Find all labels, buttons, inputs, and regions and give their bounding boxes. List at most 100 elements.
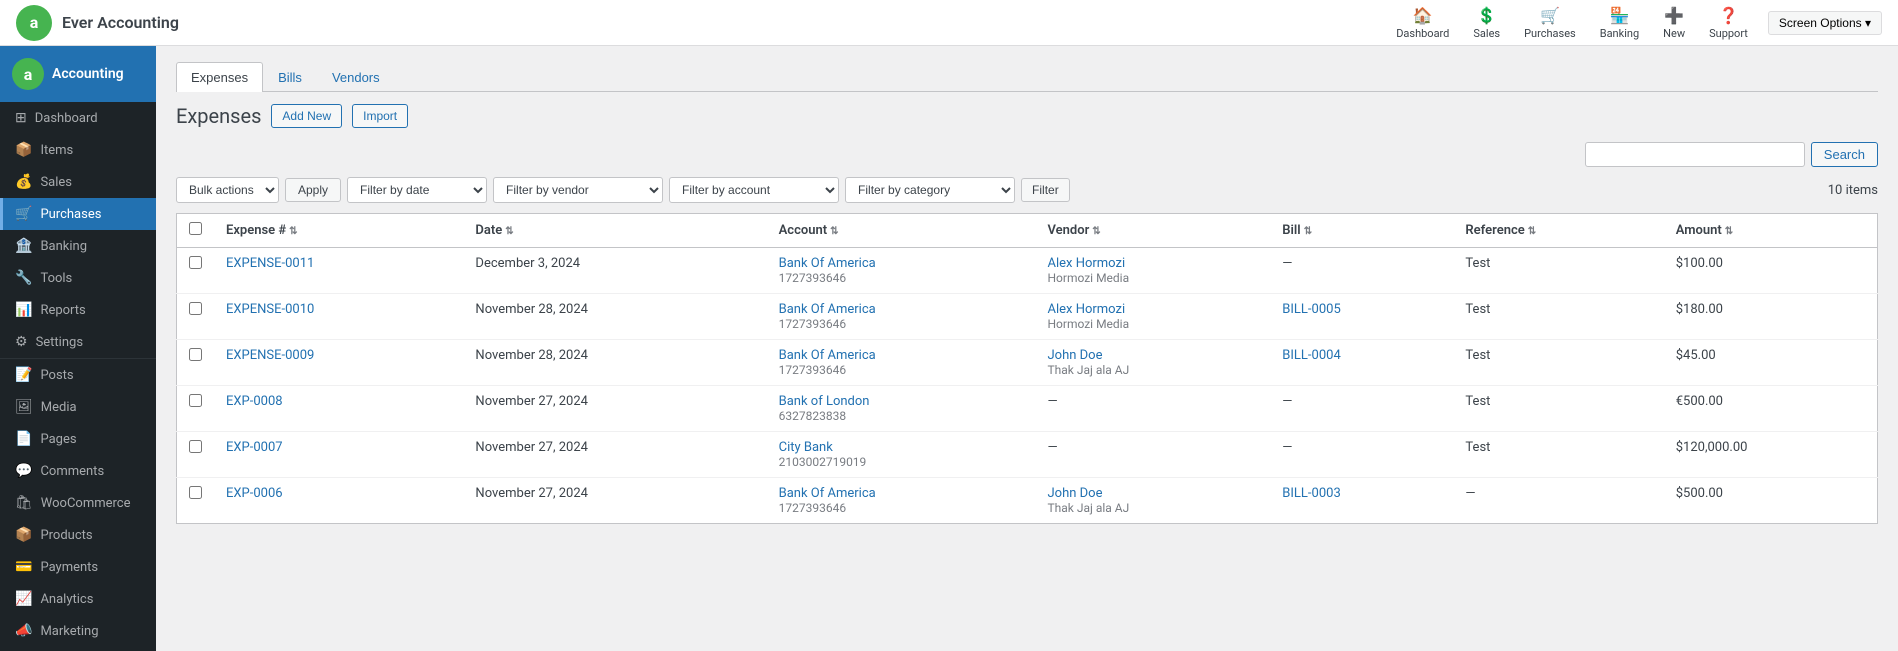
row-checkbox-cell[interactable] [177,432,215,478]
search-input[interactable] [1585,142,1805,167]
expense-num-link[interactable]: EXP-0008 [226,394,283,409]
wp-sidebar-section: 📝 Posts 🖼 Media 📄 Pages 💬 Comments 🛍 Woo… [0,358,156,647]
row-checkbox[interactable] [189,256,202,269]
apply-button[interactable]: Apply [285,178,341,202]
tab-bills[interactable]: Bills [263,62,317,92]
svg-text:a: a [30,13,39,32]
sidebar-item-posts[interactable]: 📝 Posts [0,359,156,391]
vendor-link[interactable]: John Doe [1047,348,1102,363]
top-nav-dashboard[interactable]: 🏠 Dashboard [1396,6,1449,40]
import-button[interactable]: Import [352,104,408,128]
row-checkbox-cell[interactable] [177,386,215,432]
select-all-checkbox[interactable] [189,222,202,235]
row-checkbox[interactable] [189,486,202,499]
sidebar-item-woocommerce[interactable]: 🛍 WooCommerce [0,487,156,519]
row-vendor: Alex Hormozi Hormozi Media [1035,248,1270,294]
search-button[interactable]: Search [1811,142,1878,167]
row-bill: BILL-0004 [1270,340,1453,386]
account-link[interactable]: Bank Of America [779,302,876,317]
top-nav-new[interactable]: ➕ New [1663,6,1685,40]
expense-num-link[interactable]: EXPENSE-0011 [226,256,314,271]
vendor-link[interactable]: Alex Hormozi [1047,302,1125,317]
screen-options-button[interactable]: Screen Options [1768,11,1882,35]
row-checkbox[interactable] [189,348,202,361]
bill-dash: — [1282,394,1292,409]
col-bill[interactable]: Bill⇅ [1270,214,1453,248]
select-all-header[interactable] [177,214,215,248]
top-nav-sales[interactable]: 💲 Sales [1473,6,1500,40]
add-new-button[interactable]: Add New [271,104,342,128]
account-link[interactable]: Bank of London [779,394,870,409]
top-nav-support[interactable]: ❓ Support [1709,6,1748,40]
sidebar-item-banking[interactable]: 🏦 Banking [0,230,156,262]
sidebar-item-items[interactable]: 📦 Items [0,134,156,166]
row-bill: BILL-0005 [1270,294,1453,340]
filter-by-date-select[interactable]: Filter by date [347,177,487,203]
top-nav-support-label: Support [1709,27,1748,40]
search-row: Search [176,142,1878,167]
col-vendor[interactable]: Vendor⇅ [1035,214,1270,248]
sidebar-item-payments[interactable]: 💳 Payments [0,551,156,583]
sidebar-item-products[interactable]: 📦 Products [0,519,156,551]
col-account[interactable]: Account⇅ [767,214,1036,248]
bill-link[interactable]: BILL-0004 [1282,348,1340,363]
filter-button[interactable]: Filter [1021,178,1070,202]
col-reference[interactable]: Reference⇅ [1453,214,1663,248]
woocommerce-sidebar-icon: 🛍 [15,495,33,511]
filter-by-category-select[interactable]: Filter by category [845,177,1015,203]
row-checkbox-cell[interactable] [177,248,215,294]
account-link[interactable]: City Bank [779,440,833,455]
row-checkbox[interactable] [189,302,202,315]
vendor-sub: Hormozi Media [1047,271,1258,285]
row-checkbox-cell[interactable] [177,294,215,340]
tab-vendors[interactable]: Vendors [317,62,395,92]
row-checkbox[interactable] [189,394,202,407]
marketing-sidebar-icon: 📣 [15,623,32,639]
row-checkbox-cell[interactable] [177,478,215,524]
filter-by-vendor-select[interactable]: Filter by vendor [493,177,663,203]
row-checkbox[interactable] [189,440,202,453]
bill-link[interactable]: BILL-0005 [1282,302,1340,317]
sidebar-item-sales[interactable]: 💰 Sales [0,166,156,198]
vendor-link[interactable]: John Doe [1047,486,1102,501]
vendor-link[interactable]: Alex Hormozi [1047,256,1125,271]
table-row: EXPENSE-0009 November 28, 2024 Bank Of A… [177,340,1878,386]
table-header-row: Expense #⇅ Date⇅ Account⇅ Vendor⇅ Bill⇅ … [177,214,1878,248]
col-amount[interactable]: Amount⇅ [1664,214,1878,248]
top-nav-purchases[interactable]: 🛒 Purchases [1524,6,1576,40]
sidebar-item-reports[interactable]: 📊 Reports [0,294,156,326]
sidebar-item-media[interactable]: 🖼 Media [0,391,156,423]
vendor-sub: Thak Jaj ala AJ [1047,363,1258,377]
account-link[interactable]: Bank Of America [779,486,876,501]
expense-num-link[interactable]: EXP-0007 [226,440,283,455]
bulk-actions-select[interactable]: Bulk actions [176,177,279,203]
vendor-sub: Thak Jaj ala AJ [1047,501,1258,515]
sidebar-item-comments[interactable]: 💬 Comments [0,455,156,487]
col-expense-num[interactable]: Expense #⇅ [214,214,463,248]
filter-by-account-select[interactable]: Filter by account [669,177,839,203]
expense-num-link[interactable]: EXPENSE-0009 [226,348,314,363]
sidebar-item-products-label: Products [40,528,92,543]
tab-expenses[interactable]: Expenses [176,62,263,92]
row-checkbox-cell[interactable] [177,340,215,386]
sidebar-item-tools[interactable]: 🔧 Tools [0,262,156,294]
row-expense-num: EXPENSE-0010 [214,294,463,340]
expense-num-link[interactable]: EXPENSE-0010 [226,302,314,317]
sidebar-item-marketing[interactable]: 📣 Marketing [0,615,156,647]
comments-sidebar-icon: 💬 [15,463,32,479]
sidebar-item-analytics[interactable]: 📈 Analytics [0,583,156,615]
account-link[interactable]: Bank Of America [779,348,876,363]
expense-num-link[interactable]: EXP-0006 [226,486,283,501]
sidebar-item-settings-label: Settings [36,335,83,350]
sidebar-item-pages[interactable]: 📄 Pages [0,423,156,455]
items-sidebar-icon: 📦 [15,142,32,158]
row-date: November 27, 2024 [463,478,766,524]
row-date: November 28, 2024 [463,340,766,386]
sidebar-item-dashboard[interactable]: ⊞ Dashboard [0,102,156,134]
top-nav-banking[interactable]: 🏪 Banking [1600,6,1639,40]
account-link[interactable]: Bank Of America [779,256,876,271]
sidebar-item-purchases[interactable]: 🛒 Purchases [0,198,156,230]
col-date[interactable]: Date⇅ [463,214,766,248]
bill-link[interactable]: BILL-0003 [1282,486,1340,501]
sidebar-item-settings[interactable]: ⚙ Settings [0,326,156,358]
